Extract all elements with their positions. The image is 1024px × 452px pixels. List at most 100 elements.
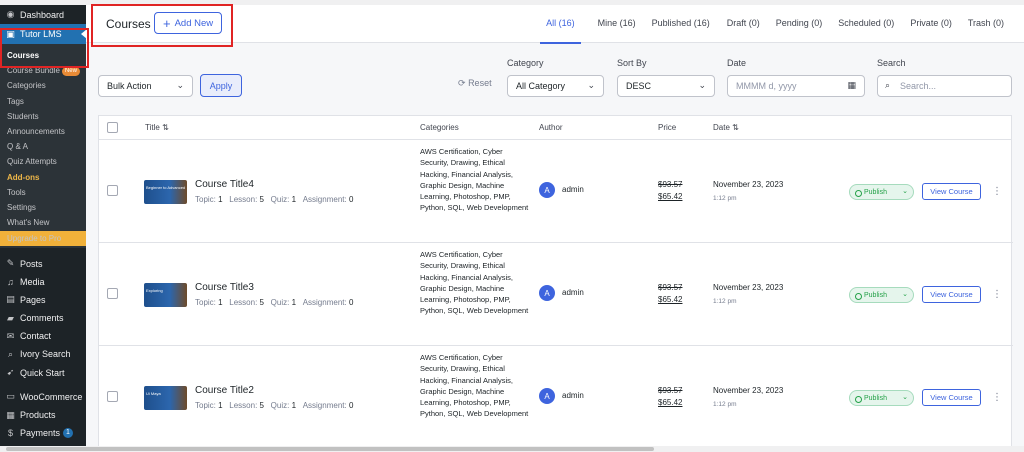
- submenu-quiz-attempts[interactable]: Quiz Attempts: [0, 154, 86, 169]
- tab-scheduled[interactable]: Scheduled (0): [838, 5, 894, 43]
- status-dropdown[interactable]: Publish ⌄: [849, 184, 914, 200]
- chevron-down-icon: ⌄: [587, 80, 595, 90]
- topic-count: 1: [218, 195, 223, 204]
- assignment-label: Assignment:: [302, 298, 347, 307]
- header-price: Price: [658, 123, 677, 132]
- sort-icon: ⇅: [732, 123, 739, 132]
- sidebar-item-comments[interactable]: ▰ Comments: [0, 309, 86, 327]
- tab-mine[interactable]: Mine (16): [598, 5, 636, 43]
- sidebar-item-label: Ivory Search: [20, 349, 71, 360]
- plus-icon: +: [163, 15, 171, 31]
- sort-label: Sort By: [617, 58, 647, 68]
- submenu-students[interactable]: Students: [0, 109, 86, 124]
- horizontal-scrollbar[interactable]: [0, 446, 1024, 452]
- view-course-button[interactable]: View Course: [922, 183, 981, 200]
- date-label: Date: [727, 58, 747, 68]
- assignment-count: 0: [348, 401, 354, 410]
- status-dropdown[interactable]: Publish ⌄: [849, 287, 914, 303]
- quiz-label: Quiz:: [270, 298, 290, 307]
- sidebar-item-posts[interactable]: ✎ Posts: [0, 254, 86, 272]
- reset-button[interactable]: ⟳ Reset: [458, 78, 492, 89]
- apply-button[interactable]: Apply: [200, 74, 242, 97]
- price-regular: $93.57: [658, 386, 683, 395]
- tab-draft[interactable]: Draft (0): [727, 5, 760, 43]
- thumbnail-text: Beginner to Advanced: [146, 185, 186, 190]
- submenu-announcements[interactable]: Announcements: [0, 124, 86, 139]
- tab-pending[interactable]: Pending (0): [776, 5, 823, 43]
- row-checkbox[interactable]: [107, 185, 118, 196]
- header-title[interactable]: Title ⇅: [145, 123, 169, 132]
- tab-trash[interactable]: Trash (0): [968, 5, 1004, 43]
- sidebar-item-label: Pages: [20, 294, 46, 305]
- course-title-link[interactable]: Course Title4: [195, 179, 254, 190]
- lesson-count: 5: [259, 298, 264, 307]
- tab-private[interactable]: Private (0): [910, 5, 952, 43]
- sidebar-item-media[interactable]: ♫ Media: [0, 273, 86, 291]
- sidebar-item-payments[interactable]: $ Payments 1: [0, 424, 86, 442]
- sidebar-item-ivory-search[interactable]: ⌕ Ivory Search: [0, 345, 86, 363]
- rocket-icon: ➹: [6, 367, 15, 378]
- submenu-tags[interactable]: Tags: [0, 94, 86, 109]
- course-thumbnail[interactable]: Ui Maya: [144, 386, 187, 410]
- search-input[interactable]: ⌕ Search...: [877, 75, 1012, 97]
- sidebar-item-quick-start[interactable]: ➹ Quick Start: [0, 364, 86, 382]
- admin-sidebar: ◉ Dashboard ▣ Tutor LMS Courses Course B…: [0, 5, 86, 446]
- submenu-course-bundle[interactable]: Course Bundle New: [0, 63, 86, 78]
- more-options-icon[interactable]: ⋮: [992, 393, 1002, 403]
- sidebar-item-woocommerce[interactable]: ▭ WooCommerce: [0, 388, 86, 406]
- category-select[interactable]: All Category ⌄: [507, 75, 604, 97]
- submenu-whats-new[interactable]: What's New: [0, 215, 86, 230]
- mail-icon: ✉: [6, 330, 15, 341]
- tab-published[interactable]: Published (16): [652, 5, 710, 43]
- submenu-label: Course Bundle: [7, 66, 60, 76]
- sidebar-item-dashboard[interactable]: ◉ Dashboard: [0, 5, 86, 24]
- table-row: Exploring Course Title3 Topic: 1 Lesson: 5…: [99, 243, 1013, 346]
- author-name: admin: [562, 288, 584, 297]
- category-value: All Category: [516, 81, 566, 91]
- bulk-action-select[interactable]: Bulk Action ⌄: [98, 75, 193, 97]
- submenu-settings[interactable]: Settings: [0, 200, 86, 215]
- row-checkbox[interactable]: [107, 391, 118, 402]
- sidebar-item-pages[interactable]: ▤ Pages: [0, 291, 86, 309]
- price-sale: $65.42: [658, 295, 683, 304]
- add-new-button[interactable]: + Add New: [154, 12, 223, 34]
- course-title-link[interactable]: Course Title3: [195, 282, 254, 293]
- sidebar-item-contact[interactable]: ✉ Contact: [0, 327, 86, 345]
- submenu-addons[interactable]: Add-ons: [0, 170, 86, 185]
- view-course-button[interactable]: View Course: [922, 286, 981, 303]
- page-title: Courses: [106, 17, 151, 31]
- price-sale: $65.42: [658, 398, 683, 407]
- scrollbar-thumb[interactable]: [6, 447, 654, 451]
- row-checkbox[interactable]: [107, 288, 118, 299]
- header-date[interactable]: Date ⇅: [713, 123, 739, 132]
- sidebar-item-tutor-lms[interactable]: ▣ Tutor LMS: [0, 24, 86, 44]
- submenu-upgrade-pro[interactable]: Upgrade to Pro: [0, 231, 86, 247]
- course-thumbnail[interactable]: Beginner to Advanced: [144, 180, 187, 204]
- select-all-checkbox[interactable]: [107, 122, 118, 133]
- tab-all[interactable]: All (16): [540, 5, 581, 44]
- view-course-button[interactable]: View Course: [922, 389, 981, 406]
- submenu-tools[interactable]: Tools: [0, 185, 86, 200]
- more-options-icon[interactable]: ⋮: [992, 290, 1002, 300]
- more-options-icon[interactable]: ⋮: [992, 187, 1002, 197]
- sidebar-item-label: Comments: [20, 313, 64, 324]
- sort-select[interactable]: DESC ⌄: [617, 75, 715, 97]
- media-icon: ♫: [7, 276, 14, 287]
- course-title-link[interactable]: Course Title2: [195, 385, 254, 396]
- chevron-down-icon: ⌄: [698, 80, 706, 90]
- course-thumbnail[interactable]: Exploring: [144, 283, 187, 307]
- category-label: Category: [507, 58, 544, 68]
- status-dropdown[interactable]: Publish ⌄: [849, 390, 914, 406]
- course-categories: AWS Certification, Cyber Security, Drawi…: [420, 147, 529, 213]
- pages-icon: ▤: [6, 294, 15, 305]
- topic-label: Topic:: [195, 195, 216, 204]
- sidebar-item-products[interactable]: ▦ Products: [0, 406, 86, 424]
- course-time: 1:12 pm: [713, 298, 737, 305]
- sort-icon: ⇅: [162, 123, 169, 132]
- woo-icon: ▭: [6, 391, 15, 402]
- date-input[interactable]: MMMM d, yyyy ▦: [727, 75, 865, 97]
- submenu-qa[interactable]: Q & A: [0, 139, 86, 154]
- submenu-categories[interactable]: Categories: [0, 78, 86, 93]
- author-name: admin: [562, 185, 584, 194]
- submenu-courses[interactable]: Courses: [0, 48, 86, 63]
